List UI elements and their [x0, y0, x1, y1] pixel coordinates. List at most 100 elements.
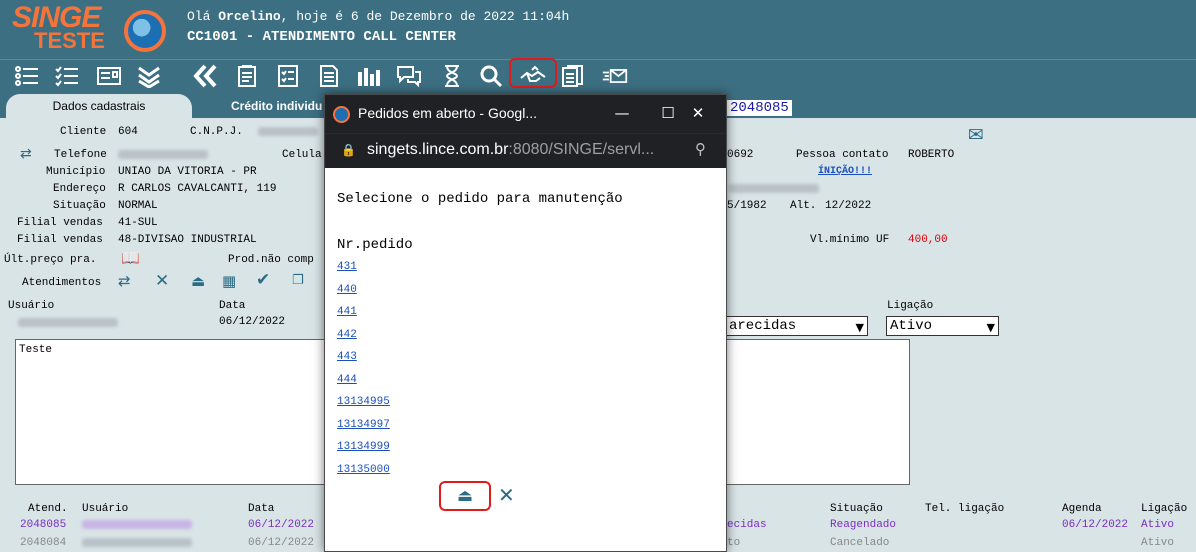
row1-usuario-redacted	[82, 520, 192, 529]
chat-icon[interactable]	[394, 63, 424, 89]
minimize-icon[interactable]: —	[609, 101, 635, 125]
filial-vendas-label-1: Filial vendas	[17, 217, 103, 229]
order-link[interactable]: 13135000	[337, 464, 390, 476]
chevron-down-icon: ▼	[986, 321, 995, 334]
endereco-value: R CARLOS CAVALCANTI, 119	[118, 183, 277, 195]
col-tel-ligacao[interactable]: Tel. ligação	[925, 503, 1004, 515]
send-mail-icon[interactable]	[600, 63, 630, 89]
endereco-label: Endereço	[53, 183, 106, 195]
alt-value: 12/2022	[825, 200, 872, 212]
popup-title: Pedidos em aberto - Googl...	[358, 105, 537, 121]
order-link[interactable]: 444	[337, 374, 357, 386]
clipboard-icon[interactable]	[232, 63, 262, 89]
double-chevron-left-icon[interactable]	[190, 63, 220, 89]
transfer-icon[interactable]: ⇄	[118, 272, 131, 290]
filial-vendas-value-2: 48-DIVISAO INDUSTRIAL	[118, 234, 257, 246]
order-link[interactable]: 441	[337, 306, 357, 318]
popup-prompt: Selecione o pedido para manutenção	[337, 191, 623, 207]
order-link[interactable]: 431	[337, 261, 357, 273]
document-icon[interactable]	[314, 63, 344, 89]
celular-label: Celula	[282, 149, 322, 161]
cnpj-value-redacted	[258, 127, 318, 136]
calendar-icon[interactable]: ▦	[222, 272, 236, 290]
order-link[interactable]: 13134999	[337, 441, 390, 453]
copy-icon[interactable]: ❐	[292, 273, 304, 288]
zoom-icon[interactable]: ⚲	[695, 140, 706, 158]
row2-situacao: Cancelado	[830, 537, 890, 549]
card-icon[interactable]	[94, 63, 124, 89]
col-ligacao[interactable]: Ligação	[1141, 503, 1187, 515]
book-icon[interactable]: 📖	[121, 249, 140, 267]
tab-dados-cadastrais[interactable]: Dados cadastrais	[6, 94, 192, 118]
favicon-icon	[333, 106, 350, 123]
copy-doc-icon[interactable]	[558, 63, 588, 89]
col-situacao[interactable]: Situação	[830, 503, 883, 515]
page-title: CC1001 - ATENDIMENTO CALL CENTER	[187, 29, 456, 45]
row2-atend[interactable]: 2048084	[20, 537, 66, 549]
confirm-button[interactable]: ⏏	[439, 481, 491, 511]
popup-urlbar[interactable]: 🔒 singets.lince.com.br:8080/SINGE/servl.…	[325, 133, 726, 168]
inbox-tray-icon: ⏏	[456, 486, 474, 506]
inicio-link[interactable]: ÍNIÇÃO!!!	[818, 166, 872, 177]
telefone-value-redacted	[118, 150, 208, 159]
refresh-icon[interactable]: ⇄	[20, 146, 32, 162]
right-number: 0692	[727, 149, 754, 161]
col-data[interactable]: Data	[248, 503, 274, 515]
pessoa-contato-value: ROBERTO	[908, 149, 955, 161]
col-agenda[interactable]: Agenda	[1062, 503, 1102, 515]
checklist-icon[interactable]	[52, 63, 82, 89]
greeting: Olá Orcelino, hoje é 6 de Dezembro de 20…	[187, 9, 570, 24]
maximize-icon[interactable]: ☐	[655, 101, 681, 125]
popup-window: Pedidos em aberto - Googl... — ☐ ✕ 🔒 sin…	[324, 94, 727, 552]
url-text[interactable]: singets.lince.com.br:8080/SINGE/servl...	[367, 141, 654, 159]
tools-icon[interactable]: ✕	[155, 271, 169, 291]
check-icon[interactable]: ✔	[256, 270, 270, 290]
municipio-label: Município	[46, 166, 106, 178]
col-atend[interactable]: Atend.	[28, 503, 68, 515]
situacao-value: NORMAL	[118, 200, 158, 212]
cliente-label: Cliente	[60, 126, 107, 138]
row2-ligacao: Ativo	[1141, 537, 1175, 549]
cnpj-label: C.N.P.J.	[190, 126, 243, 138]
ligacao-label: Ligação	[887, 300, 934, 312]
usuario-label: Usuário	[8, 300, 55, 312]
order-link[interactable]: 442	[337, 329, 357, 341]
toolbar	[0, 59, 1196, 92]
hourglass-icon[interactable]	[437, 63, 467, 89]
situacao-label: Situação	[53, 200, 106, 212]
data-value: 06/12/2022	[219, 316, 286, 328]
date-partial: 5/1982	[727, 200, 767, 212]
tab-credito-individual[interactable]: Crédito individu	[195, 94, 335, 118]
col-usuario[interactable]: Usuário	[82, 503, 128, 515]
inbox-icon[interactable]: ⏏	[191, 272, 205, 290]
chevrons-down-icon[interactable]	[134, 63, 164, 89]
order-link[interactable]: 443	[337, 351, 357, 363]
alt-label: Alt.	[790, 200, 817, 212]
ligacao-select[interactable]: Ativo ▼	[886, 316, 999, 336]
lock-icon: 🔒	[341, 143, 356, 157]
pessoa-contato-label: Pessoa contato	[796, 149, 889, 161]
popup-titlebar[interactable]: Pedidos em aberto - Googl... — ☐ ✕	[325, 95, 726, 133]
data-label: Data	[219, 300, 246, 312]
bar-chart-icon[interactable]	[354, 63, 384, 89]
list-icon[interactable]	[12, 63, 42, 89]
order-link[interactable]: 13134997	[337, 419, 390, 431]
row1-ligacao: Ativo	[1141, 519, 1175, 531]
order-link[interactable]: 13134995	[337, 396, 390, 408]
row2-data: 06/12/2022	[248, 537, 315, 549]
send-mail-icon-form[interactable]: ✉	[968, 124, 984, 146]
nr-pedido-header: Nr.pedido	[337, 237, 413, 253]
ult-preco-label: Últ.preço pra.	[4, 254, 97, 266]
cancel-tools-icon[interactable]: ✕	[498, 483, 515, 507]
row1-data: 06/12/2022	[248, 519, 315, 531]
municipio-value: UNIAO DA VITORIA - PR	[118, 166, 257, 178]
checklist-doc-icon[interactable]	[273, 63, 303, 89]
close-icon[interactable]: ✕	[685, 101, 711, 125]
logo-icon	[124, 10, 166, 52]
row1-atend[interactable]: 2048085	[20, 519, 66, 531]
atendimento-number: 2048085	[727, 100, 792, 116]
search-icon[interactable]	[476, 63, 506, 89]
row2-usuario-redacted	[82, 538, 192, 547]
order-link[interactable]: 440	[337, 284, 357, 296]
prod-nao-comp-label: Prod.não comp	[228, 254, 314, 266]
